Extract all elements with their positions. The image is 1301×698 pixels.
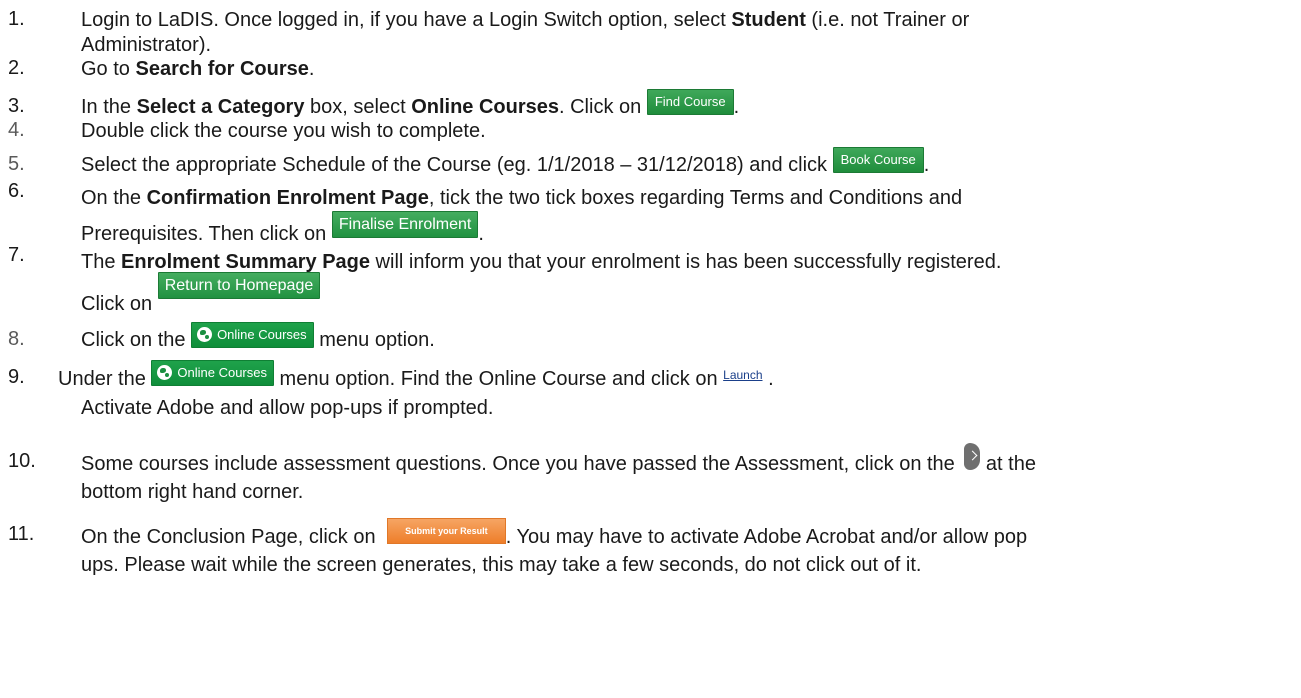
- step-number: 4.: [8, 119, 25, 141]
- step-text: Login to LaDIS. Once logged in, if you h…: [81, 9, 970, 56]
- globe-icon: [197, 327, 213, 343]
- step-number: 7.: [8, 244, 25, 266]
- emphasis: Select a Category: [136, 96, 305, 118]
- step-number: 6.: [8, 180, 25, 202]
- launch-link[interactable]: Launch: [723, 368, 762, 382]
- step-number: 3.: [8, 95, 25, 117]
- find-course-button[interactable]: Find Course: [646, 89, 734, 115]
- emphasis: Online Courses: [411, 96, 559, 118]
- emphasis: Student: [731, 9, 806, 31]
- finalise-enrolment-button[interactable]: Finalise Enrolment: [331, 211, 479, 238]
- book-course-button[interactable]: Book Course: [832, 147, 924, 173]
- submit-your-result-button[interactable]: Submit your Result: [387, 518, 506, 544]
- step-number: 8.: [8, 328, 25, 350]
- return-to-homepage-button[interactable]: Return to Homepage: [157, 272, 321, 299]
- step-number: 10.: [8, 450, 36, 472]
- emphasis: Search for Course: [135, 58, 309, 80]
- next-arrow-button[interactable]: [964, 443, 981, 470]
- step-number: 11.: [8, 523, 35, 545]
- step-number: 9.: [8, 366, 25, 388]
- step-number: 5.: [8, 153, 25, 175]
- online-courses-menu-button[interactable]: Online Courses: [191, 322, 314, 348]
- emphasis: Confirmation Enrolment Page: [146, 187, 429, 209]
- online-courses-menu-button[interactable]: Online Courses: [151, 360, 274, 386]
- step-number: 2.: [8, 57, 25, 79]
- globe-icon: [157, 365, 173, 381]
- emphasis: Enrolment Summary Page: [121, 251, 370, 273]
- step-number: 1.: [8, 8, 25, 30]
